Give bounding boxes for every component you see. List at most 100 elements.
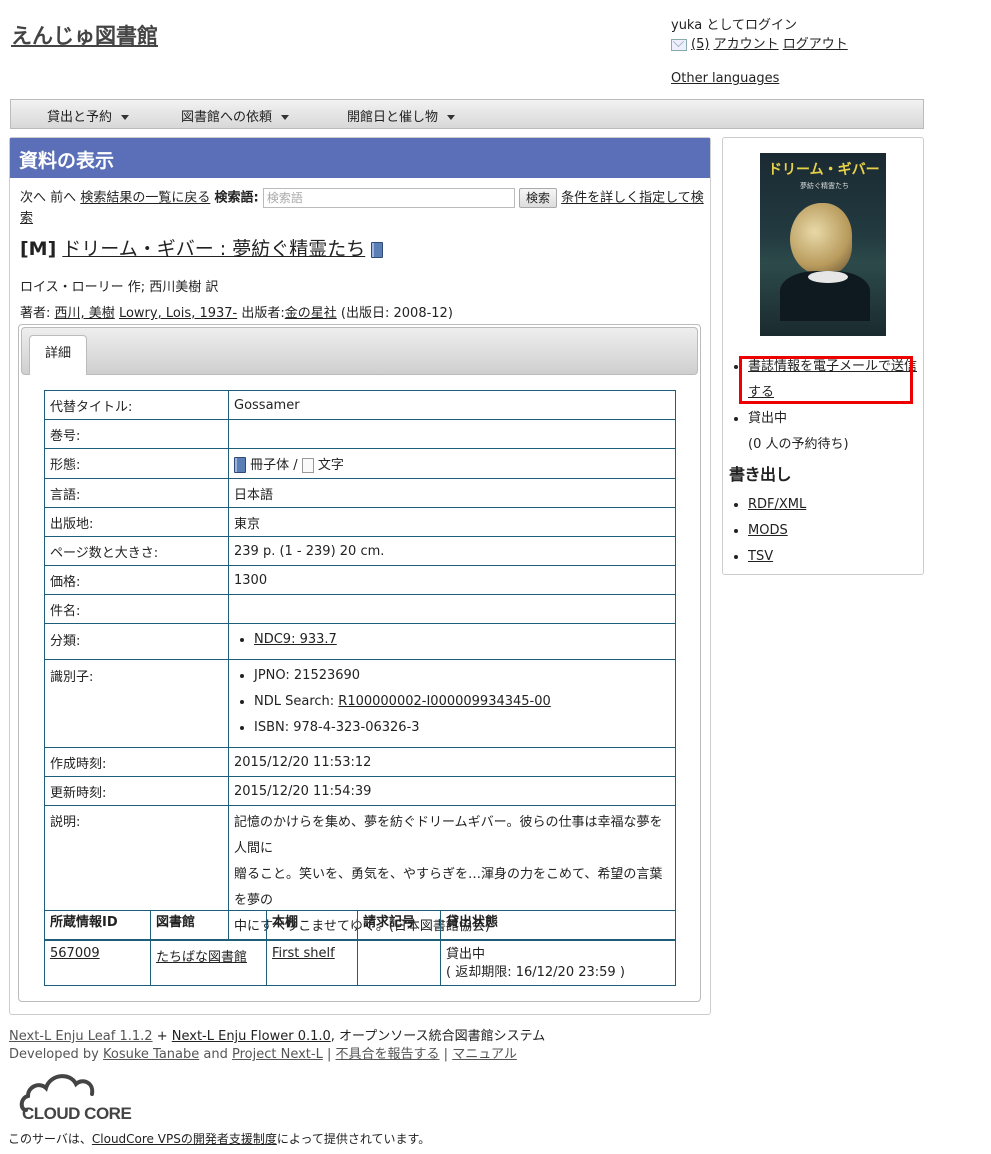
circulation-status: 貸出中 <box>446 947 486 962</box>
cover-title: ドリーム・ギバー <box>768 162 880 178</box>
detail-key: 識別子: <box>44 659 229 748</box>
list-item: RDF/XML <box>748 492 806 518</box>
manual-link[interactable]: マニュアル <box>452 1047 517 1062</box>
record-title-link[interactable]: ドリーム・ギバー : 夢紡ぐ精霊たち <box>62 238 365 260</box>
list-item: ISBN: 978-4-323-06326-3 <box>254 715 670 741</box>
footer-plus: + <box>156 1029 168 1044</box>
description-line: 贈ること。笑いを、勇気を、やすらぎを…渾身の力をこめて、希望の言葉を夢の <box>234 867 663 908</box>
reservation-count: (0 人の予約待ち) <box>748 437 849 452</box>
record-title: [M] ドリーム・ギバー : 夢紡ぐ精霊たち <box>20 234 384 261</box>
advanced-search-link-cont[interactable]: 索 <box>20 211 33 226</box>
pub-date: (出版日: 2008-12) <box>340 306 453 321</box>
export-heading: 書き出し <box>729 465 792 484</box>
detail-value: 東京 <box>228 507 676 537</box>
column-header: 本棚 <box>266 910 358 940</box>
detail-key: 言語: <box>44 478 229 508</box>
enju-flower-link[interactable]: Next-L Enju Flower 0.1.0 <box>172 1029 331 1044</box>
book-cover-image: ドリーム・ギバー 夢紡ぐ精霊たち <box>760 153 886 336</box>
hosting-credit: このサーバは、CloudCore VPSの開発者支援制度によって提供されています… <box>8 1130 430 1147</box>
cloudcore-link[interactable]: CloudCore VPSの開発者支援制度 <box>92 1132 277 1146</box>
holdings-table: 所蔵情報ID 図書館 本棚 請求記号 貸出状態 567009 たちばな図書館 F… <box>44 910 676 986</box>
detail-key: 件名: <box>44 594 229 624</box>
footer-tagline: , オープンソース統合図書館システム <box>330 1029 546 1044</box>
column-header: 請求記号 <box>357 910 441 940</box>
column-header: 貸出状態 <box>440 910 676 940</box>
search-input[interactable]: 検索語 <box>262 188 515 208</box>
detail-value: 2015/12/20 11:53:12 <box>228 747 676 777</box>
chevron-down-icon <box>121 115 130 120</box>
advanced-search-link[interactable]: 条件を詳しく指定して検 <box>561 191 704 206</box>
report-bug-link[interactable]: 不具合を報告する <box>336 1047 440 1062</box>
publisher-label: 出版者: <box>241 306 285 321</box>
list-item: JPNO: 21523690 <box>254 663 670 689</box>
hosting-credit-suffix: によって提供されています。 <box>276 1132 431 1146</box>
export-mods-link[interactable]: MODS <box>748 523 788 538</box>
table-cell: First shelf <box>266 939 358 986</box>
and-label: and <box>203 1047 228 1062</box>
account-link[interactable]: アカウント <box>714 37 779 52</box>
checkout-status: 貸出中 <box>748 411 788 426</box>
menu-events-label: 開館日と催し物 <box>347 110 439 125</box>
mail-icon[interactable] <box>671 38 687 51</box>
ndl-search-link[interactable]: R100000002-I000009934345-00 <box>338 694 550 709</box>
menu-requests-label: 図書館への依頼 <box>181 110 273 125</box>
detail-value: 239 p. (1 - 239) 20 cm. <box>228 536 676 566</box>
developer-link[interactable]: Kosuke Tanabe <box>103 1047 199 1062</box>
separator: / <box>293 457 298 473</box>
search-navigation: 次へ 前へ 検索結果の一覧に戻る 検索語: 検索語 検索 条件を詳しく指定して検… <box>20 188 708 229</box>
page-title: 資料の表示 <box>19 150 115 172</box>
library-link[interactable]: たちばな図書館 <box>156 950 247 965</box>
table-cell: 貸出中 ( 返却期限: 16/12/20 23:59 ) <box>440 939 676 986</box>
menu-circulation-label: 貸出と予約 <box>47 110 113 125</box>
enju-leaf-link[interactable]: Next-L Enju Leaf 1.1.2 <box>9 1029 153 1044</box>
project-link[interactable]: Project Next-L <box>232 1047 323 1062</box>
separator: | <box>443 1047 449 1062</box>
export-rdf-link[interactable]: RDF/XML <box>748 497 806 512</box>
mail-count-link[interactable]: (5) <box>691 37 709 52</box>
detail-value: 冊子体 / 文字 <box>228 448 676 479</box>
page-header: 資料の表示 <box>10 138 710 178</box>
site-title-link[interactable]: えんじゅ図書館 <box>11 20 158 50</box>
format-badge: [M] <box>20 238 57 260</box>
classification-link[interactable]: NDC9: 933.7 <box>254 632 337 647</box>
list-item: NDC9: 933.7 <box>254 627 670 653</box>
hosting-credit-prefix: このサーバは、 <box>8 1132 92 1146</box>
table-row: 567009 たちばな図書館 First shelf 貸出中 ( 返却期限: 1… <box>44 939 676 986</box>
item-id-link[interactable]: 567009 <box>50 946 100 961</box>
export-tsv-link[interactable]: TSV <box>748 549 773 564</box>
book-icon <box>371 241 384 258</box>
cover-subtitle: 夢紡ぐ精霊たち <box>800 182 849 190</box>
carrier-type: 冊子体 <box>250 457 290 473</box>
column-header: 図書館 <box>150 910 267 940</box>
detail-value: 2015/12/20 11:54:39 <box>228 776 676 806</box>
back-to-results-link[interactable]: 検索結果の一覧に戻る <box>80 191 210 206</box>
detail-key: 代替タイトル: <box>44 390 229 420</box>
detail-value: Gossamer <box>228 390 676 420</box>
search-label: 検索語: <box>214 190 259 206</box>
chevron-down-icon <box>281 115 290 120</box>
tab-bar: 詳細 <box>21 327 698 375</box>
description-line: 記憶のかけらを集め、夢を紡ぐドリームギバー。彼らの仕事は幸福な夢を人間に <box>234 815 663 856</box>
menu-events[interactable]: 開館日と催し物 <box>347 106 456 125</box>
creators-line: 著者: 西川, 美樹 Lowry, Lois, 1937- 出版者:金の星社 (… <box>20 302 453 321</box>
detail-key: 作成時刻: <box>44 747 229 777</box>
chevron-down-icon <box>447 115 456 120</box>
detail-key: 価格: <box>44 565 229 595</box>
author-link[interactable]: Lowry, Lois, 1937- <box>119 306 237 321</box>
detail-key: 巻号: <box>44 419 229 449</box>
tab-detail[interactable]: 詳細 <box>29 335 87 375</box>
other-languages-link[interactable]: Other languages <box>671 71 779 86</box>
export-list: RDF/XML MODS TSV <box>723 492 806 570</box>
list-item: MODS <box>748 518 806 544</box>
column-header: 所蔵情報ID <box>44 910 151 940</box>
shelf-link[interactable]: First shelf <box>272 946 335 961</box>
menu-requests[interactable]: 図書館への依頼 <box>181 106 290 125</box>
detail-value <box>228 419 676 449</box>
author-link[interactable]: 西川, 美樹 <box>55 306 115 321</box>
publisher-link[interactable]: 金の星社 <box>285 306 337 321</box>
separator: | <box>326 1047 332 1062</box>
search-button[interactable]: 検索 <box>518 188 557 208</box>
menu-circulation[interactable]: 貸出と予約 <box>47 106 130 125</box>
detail-key: 分類: <box>44 623 229 660</box>
logout-link[interactable]: ログアウト <box>783 37 848 52</box>
